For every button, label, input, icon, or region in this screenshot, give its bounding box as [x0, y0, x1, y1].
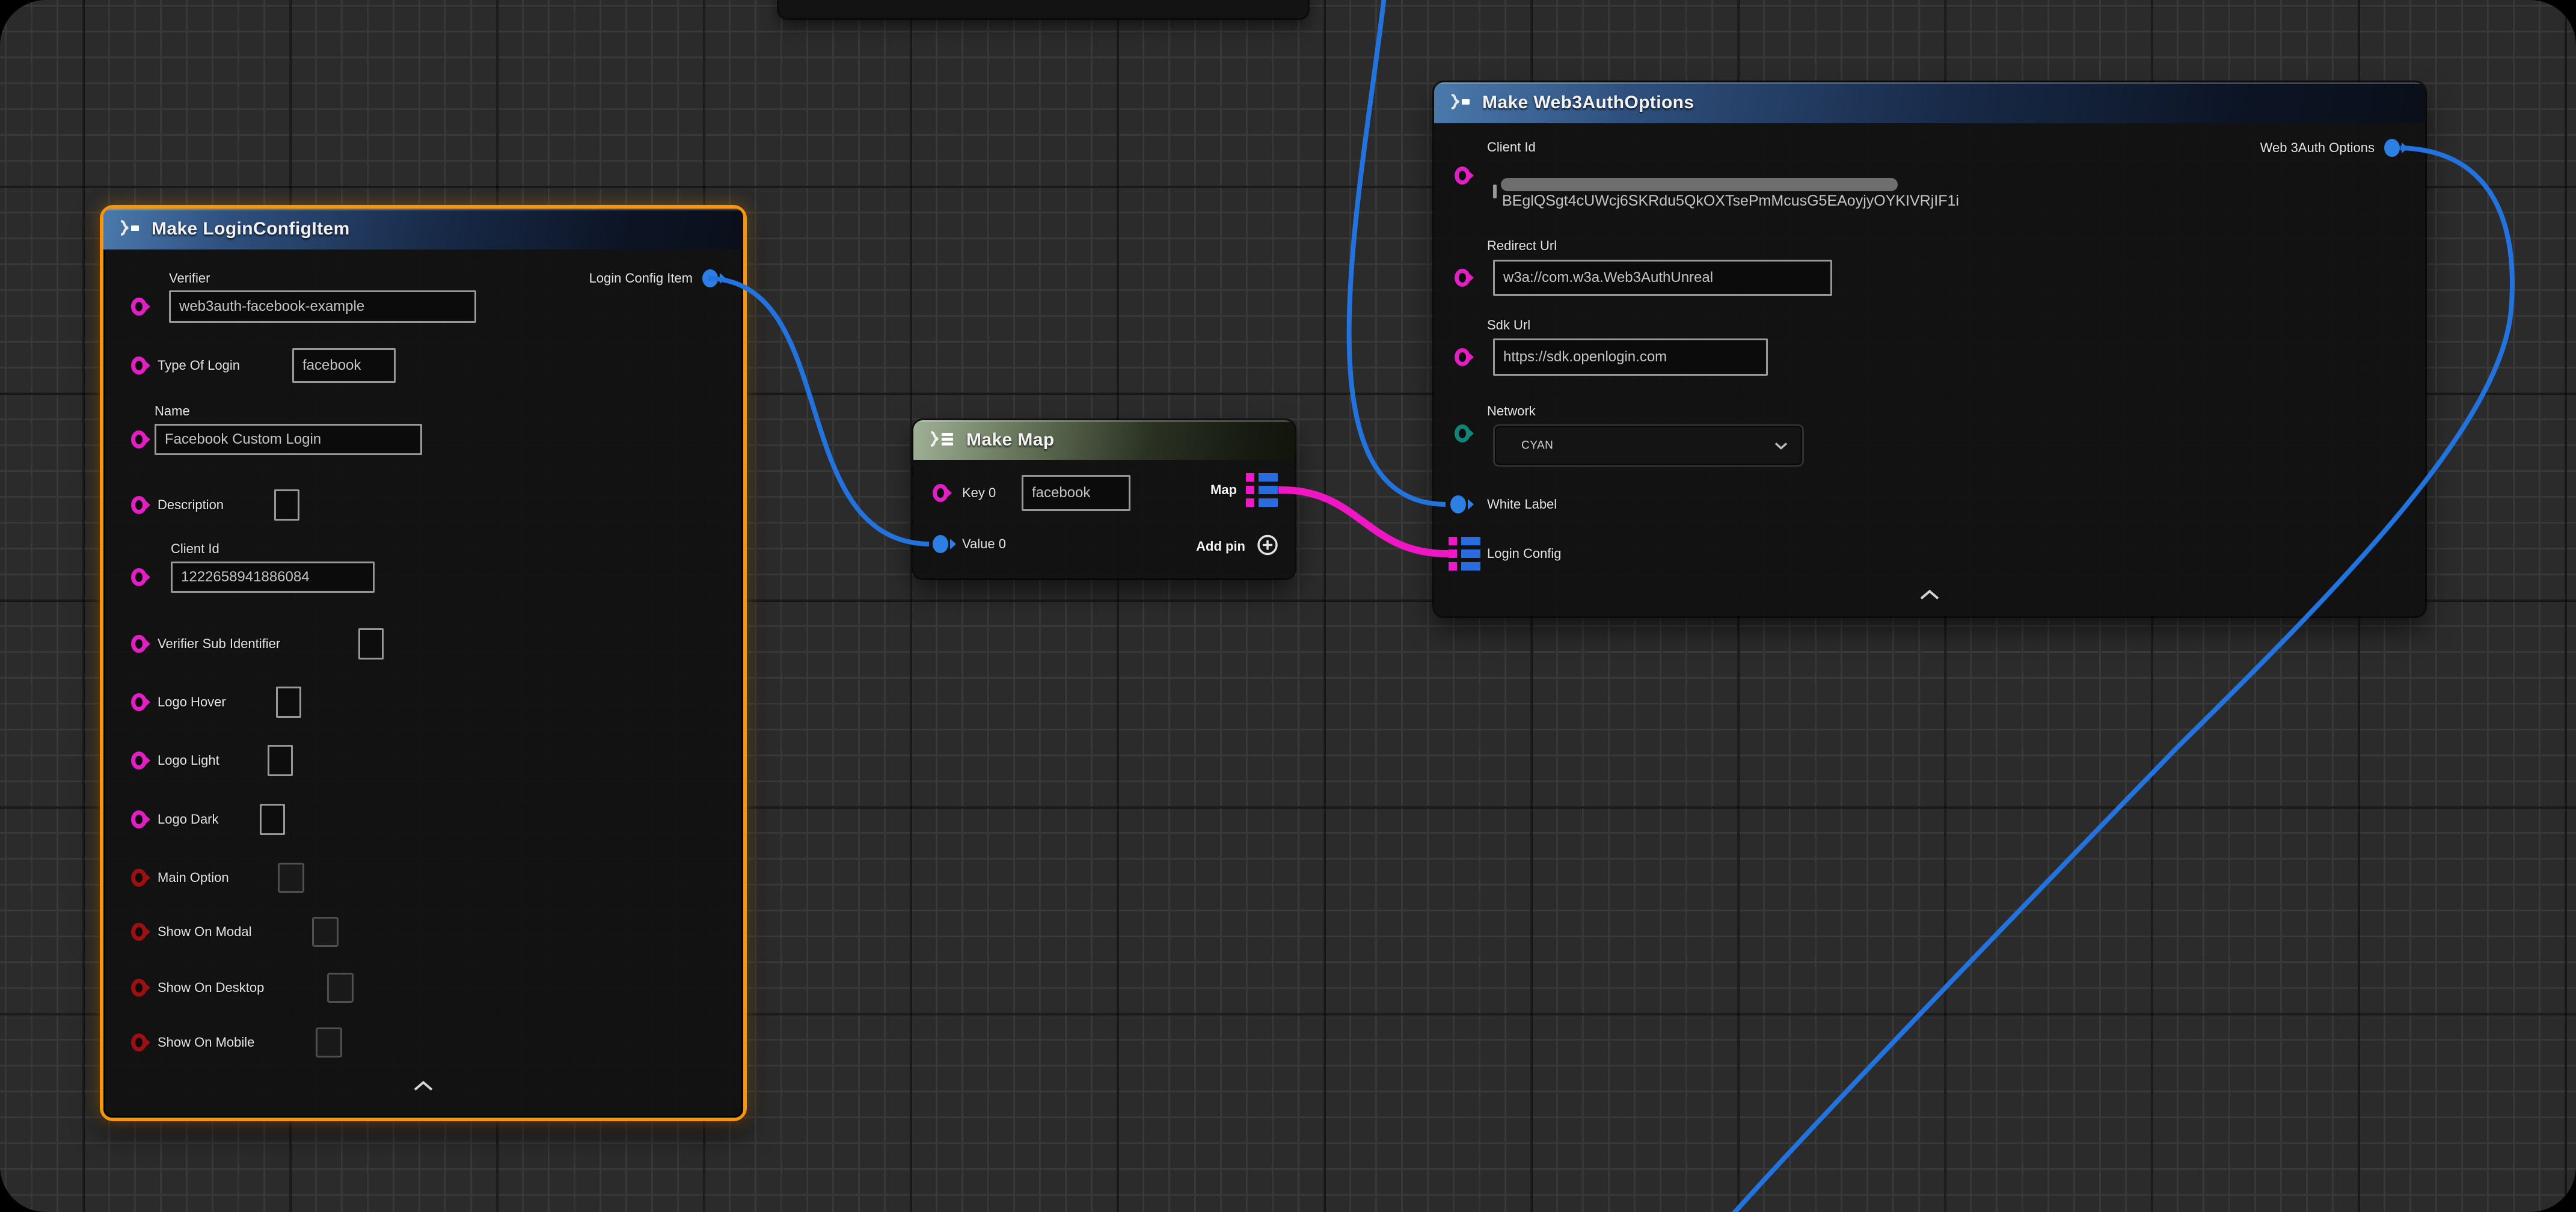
node-title: Make Map: [966, 430, 1055, 450]
pin-name-input[interactable]: [131, 430, 147, 448]
pin-label: Show On Modal: [158, 924, 252, 940]
field-label: Name: [155, 403, 190, 419]
show-on-desktop-checkbox[interactable]: [327, 973, 354, 1003]
pin-verifier-input[interactable]: [131, 298, 147, 316]
pin-show-on-modal-input[interactable]: [131, 923, 147, 941]
client-id-field[interactable]: BEglQSgt4cUWcj6SKRdu5QkOXTsePmMcusG5EAoy…: [1493, 185, 1497, 198]
pin-login-config-input map-grid-icon[interactable]: [1449, 537, 1480, 571]
offscreen-node-partial[interactable]: [779, 0, 1308, 18]
client-id-field[interactable]: 1222658941886084: [171, 562, 375, 593]
node-body: Make Map Key 0 facebook Map Value 0: [913, 420, 1295, 578]
pin-label: White Label: [1487, 497, 1557, 512]
node-title: Make LoginConfigItem: [152, 219, 350, 239]
pin-verifier-sub-identifier-input[interactable]: [131, 635, 147, 653]
pin-value-0-input[interactable]: [933, 535, 948, 553]
pin-label: Type Of Login: [158, 358, 240, 373]
network-dropdown[interactable]: CYAN: [1493, 424, 1804, 467]
node-make-loginconfigitem[interactable]: Make LoginConfigItem Login Config Item V…: [100, 205, 747, 1121]
pin-label: Description: [158, 497, 224, 513]
pin-web3auth-options-output[interactable]: [2384, 139, 2400, 157]
pin-label: Logo Dark: [158, 812, 219, 827]
network-selected-value: CYAN: [1521, 439, 1553, 452]
pin-client-id-input[interactable]: [131, 568, 147, 586]
make-map-icon: [925, 429, 957, 451]
node-title: Make Web3AuthOptions: [1482, 93, 1694, 113]
add-pin-label: Add pin: [1196, 539, 1245, 554]
logo-dark-field[interactable]: [260, 804, 285, 835]
pin-logo-light-input[interactable]: [131, 751, 147, 770]
pin-label: Logo Light: [158, 753, 219, 768]
output-pin-label: Web 3Auth Options: [2260, 140, 2375, 156]
verifier-field[interactable]: web3auth-facebook-example: [169, 290, 476, 323]
field-label: Client Id: [171, 541, 219, 557]
pin-network-input[interactable]: [1455, 424, 1470, 442]
pin-client-id-input[interactable]: [1455, 167, 1470, 185]
description-field[interactable]: [274, 489, 299, 521]
pin-description-input[interactable]: [131, 496, 147, 514]
node-make-web3authoptions[interactable]: Make Web3AuthOptions Web 3Auth Options C…: [1434, 82, 2425, 616]
pin-label: Value 0: [962, 536, 1006, 552]
show-on-mobile-checkbox[interactable]: [316, 1027, 342, 1057]
field-label: Sdk Url: [1487, 317, 1530, 333]
node-body: Make LoginConfigItem Login Config Item V…: [103, 209, 743, 1118]
field-label: Client Id: [1487, 139, 1536, 155]
pin-label: Show On Desktop: [158, 980, 264, 996]
chevron-down-icon: [1773, 441, 1789, 450]
output-pin-label: Login Config Item: [589, 271, 693, 286]
sdk-url-field[interactable]: https://sdk.openlogin.com: [1493, 338, 1768, 376]
key-0-field[interactable]: facebook: [1022, 475, 1130, 511]
output-pin-label: Map: [1210, 482, 1237, 498]
pin-show-on-mobile-input[interactable]: [131, 1033, 147, 1051]
pin-label: Login Config: [1487, 546, 1562, 562]
node-header[interactable]: Make LoginConfigItem: [103, 209, 743, 249]
node-header[interactable]: Make Map: [913, 420, 1295, 460]
pin-type-of-login-input[interactable]: [131, 357, 147, 375]
blueprint-graph-canvas[interactable]: Make LoginConfigItem Login Config Item V…: [0, 0, 2576, 1212]
name-field[interactable]: Facebook Custom Login: [155, 424, 422, 455]
field-label: Network: [1487, 403, 1536, 419]
field-label: Redirect Url: [1487, 238, 1557, 254]
verifier-sub-identifier-field[interactable]: [358, 628, 384, 660]
pin-redirect-url-input[interactable]: [1455, 269, 1470, 287]
redirect-url-field[interactable]: w3a://com.w3a.Web3AuthUnreal: [1493, 260, 1832, 296]
pin-main-option-input[interactable]: [131, 869, 147, 887]
make-struct-icon: [115, 218, 142, 240]
pin-label: Key 0: [962, 485, 996, 501]
chevron-up-icon[interactable]: [411, 1080, 435, 1096]
chevron-up-icon[interactable]: [1918, 589, 1942, 605]
field-label: Verifier: [169, 271, 210, 286]
pin-label: Show On Mobile: [158, 1035, 254, 1050]
pin-logo-dark-input[interactable]: [131, 810, 147, 828]
pin-logo-hover-input[interactable]: [131, 693, 147, 711]
pin-show-on-desktop-input[interactable]: [131, 979, 147, 997]
circle-plus-icon[interactable]: [1256, 534, 1279, 560]
pin-label: Logo Hover: [158, 694, 226, 710]
logo-hover-field[interactable]: [276, 687, 301, 718]
pin-label: Verifier Sub Identifier: [158, 636, 280, 652]
pin-key-0-input[interactable]: [933, 484, 948, 502]
logo-light-field[interactable]: [268, 745, 293, 776]
pin-login-config-item-output[interactable]: [702, 269, 718, 287]
node-body: Make Web3AuthOptions Web 3Auth Options C…: [1434, 82, 2425, 616]
wire-top-to-white-label[interactable]: [1349, 0, 1446, 504]
node-header[interactable]: Make Web3AuthOptions: [1434, 82, 2425, 123]
main-option-checkbox[interactable]: [278, 863, 304, 893]
pin-sdk-url-input[interactable]: [1455, 348, 1470, 366]
node-make-map[interactable]: Make Map Key 0 facebook Map Value 0: [913, 420, 1295, 578]
pin-label: Main Option: [158, 870, 229, 886]
show-on-modal-checkbox[interactable]: [312, 917, 339, 947]
wire-map-to-login-config[interactable]: [1278, 490, 1450, 554]
pin-map-output map-grid-icon[interactable]: [1246, 473, 1278, 507]
make-struct-icon: [1446, 92, 1473, 114]
pin-white-label-input[interactable]: [1450, 495, 1466, 513]
type-of-login-field[interactable]: facebook: [292, 348, 396, 383]
